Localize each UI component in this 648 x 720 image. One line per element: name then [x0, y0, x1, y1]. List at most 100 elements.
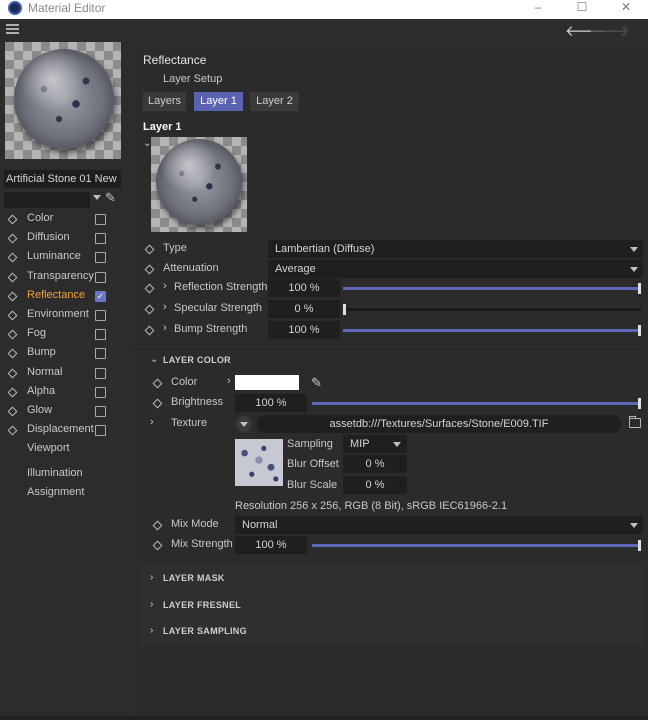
channel-checkbox[interactable] [95, 368, 106, 379]
slider-knob[interactable] [638, 398, 641, 409]
keyframe-diamond-icon[interactable] [7, 272, 18, 283]
keyframe-diamond-icon[interactable] [7, 368, 18, 379]
keyframe-diamond-icon[interactable] [7, 233, 18, 244]
slider-knob[interactable] [638, 325, 641, 336]
attenuation-dropdown[interactable]: Average [268, 260, 643, 278]
slider-knob[interactable] [638, 283, 641, 294]
sidebar-item-environment[interactable]: Environment [0, 306, 131, 325]
slider-knob[interactable] [343, 304, 346, 315]
chevron-right-icon[interactable]: › [150, 416, 154, 428]
blur-scale-field[interactable]: 0 % [343, 476, 407, 494]
chevron-right-icon[interactable]: › [227, 375, 231, 387]
keyframe-diamond-icon[interactable] [152, 540, 163, 551]
sidebar-item-assignment[interactable]: Assignment [0, 484, 131, 503]
sidebar-item-label: Normal [27, 366, 63, 378]
material-name-field[interactable]: Artificial Stone 01 New [4, 170, 121, 188]
bump-strength-row: › Bump Strength 100 % [131, 321, 648, 340]
color-swatch[interactable] [235, 375, 299, 390]
channel-checkbox[interactable]: ✓ [95, 291, 106, 302]
sidebar-item-fog[interactable]: Fog [0, 325, 131, 344]
channel-checkbox[interactable] [95, 406, 106, 417]
sidebar-item-reflectance[interactable]: Reflectance ✓ [0, 287, 131, 306]
folder-icon[interactable] [629, 416, 641, 428]
channel-checkbox[interactable] [95, 387, 106, 398]
material-preview[interactable] [5, 42, 121, 159]
channel-checkbox[interactable] [95, 252, 106, 263]
sidebar-item-color[interactable]: Color [0, 210, 131, 229]
specular-strength-slider[interactable] [343, 304, 641, 315]
keyframe-diamond-icon[interactable] [7, 425, 18, 436]
sidebar-item-transparency[interactable]: Transparency [0, 268, 131, 287]
sidebar-item-diffusion[interactable]: Diffusion [0, 229, 131, 248]
eyedropper-icon[interactable]: ✎ [311, 375, 322, 391]
tab-layers[interactable]: Layers [143, 92, 186, 111]
texture-path-field[interactable]: assetdb:///Textures/Surfaces/Stone/E009.… [257, 415, 621, 433]
chevron-right-icon[interactable]: › [163, 280, 167, 292]
chevron-right-icon[interactable]: › [163, 322, 167, 334]
channel-checkbox[interactable] [95, 272, 106, 283]
chevron-right-icon[interactable]: › [163, 301, 167, 313]
material-preset-field[interactable] [4, 192, 90, 208]
reflection-strength-field[interactable]: 100 % [268, 279, 340, 297]
specular-strength-field[interactable]: 0 % [268, 300, 340, 318]
reflection-strength-slider[interactable] [343, 283, 641, 294]
keyframe-diamond-icon[interactable] [7, 310, 18, 321]
layer-fresnel-group-header[interactable]: › LAYER FRESNEL [131, 595, 643, 615]
mix-mode-dropdown[interactable]: Normal [235, 516, 643, 534]
sidebar-item-viewport[interactable]: Viewport [0, 440, 131, 459]
keyframe-diamond-icon[interactable] [144, 325, 155, 336]
bump-strength-slider[interactable] [343, 325, 641, 336]
hamburger-menu-icon[interactable] [6, 24, 19, 35]
keyframe-diamond-icon[interactable] [144, 283, 155, 294]
keyframe-diamond-icon[interactable] [152, 520, 163, 531]
layer-mask-group-header[interactable]: › LAYER MASK [131, 568, 643, 588]
keyframe-diamond-icon[interactable] [7, 406, 18, 417]
keyframe-diamond-icon[interactable] [7, 387, 18, 398]
sidebar-item-label: Color [27, 212, 54, 224]
keyframe-diamond-icon[interactable] [7, 348, 18, 359]
layer-sampling-group-header[interactable]: › LAYER SAMPLING [131, 621, 643, 641]
sidebar-item-normal[interactable]: Normal [0, 364, 131, 383]
keyframe-diamond-icon[interactable] [152, 398, 163, 409]
keyframe-diamond-icon[interactable] [7, 291, 18, 302]
close-button[interactable]: ✕ [604, 0, 648, 19]
tab-layer-2[interactable]: Layer 2 [250, 92, 299, 111]
keyframe-diamond-icon[interactable] [152, 378, 163, 389]
mix-strength-field[interactable]: 100 % [235, 536, 307, 554]
keyframe-diamond-icon[interactable] [144, 304, 155, 315]
minimize-button[interactable]: – [516, 0, 560, 19]
type-dropdown[interactable]: Lambertian (Diffuse) [268, 240, 643, 258]
layer-color-group-header[interactable]: ⌄ LAYER COLOR [131, 349, 643, 369]
bump-strength-field[interactable]: 100 % [268, 321, 340, 339]
keyframe-diamond-icon[interactable] [7, 252, 18, 263]
brightness-field[interactable]: 100 % [235, 394, 307, 412]
sidebar-item-illumination[interactable]: Illumination [0, 465, 131, 484]
sidebar-item-displacement[interactable]: Displacement [0, 421, 131, 440]
channel-checkbox[interactable] [95, 425, 106, 436]
eyedropper-icon[interactable]: ✎ [105, 190, 119, 208]
channel-checkbox[interactable] [95, 214, 106, 225]
sampling-dropdown[interactable]: MIP [343, 435, 407, 453]
keyframe-diamond-icon[interactable] [7, 214, 18, 225]
keyframe-diamond-icon[interactable] [7, 329, 18, 340]
slider-knob[interactable] [638, 540, 641, 551]
chevron-down-icon[interactable] [93, 195, 101, 200]
channel-checkbox[interactable] [95, 348, 106, 359]
channel-checkbox[interactable] [95, 310, 106, 321]
chevron-down-icon [630, 247, 638, 252]
channel-checkbox[interactable] [95, 233, 106, 244]
texture-menu-button[interactable] [236, 416, 252, 432]
sidebar-item-alpha[interactable]: Alpha [0, 383, 131, 402]
sidebar-item-luminance[interactable]: Luminance [0, 248, 131, 267]
texture-thumbnail[interactable] [235, 439, 283, 486]
sidebar-item-glow[interactable]: Glow [0, 402, 131, 421]
channel-checkbox[interactable] [95, 329, 106, 340]
maximize-button[interactable]: ☐ [560, 0, 604, 19]
blur-offset-field[interactable]: 0 % [343, 455, 407, 473]
brightness-slider[interactable] [312, 398, 641, 409]
keyframe-diamond-icon[interactable] [144, 244, 155, 255]
tab-layer-1[interactable]: Layer 1 [194, 92, 243, 111]
sidebar-item-bump[interactable]: Bump [0, 344, 131, 363]
mix-strength-slider[interactable] [312, 540, 641, 551]
keyframe-diamond-icon[interactable] [144, 264, 155, 275]
